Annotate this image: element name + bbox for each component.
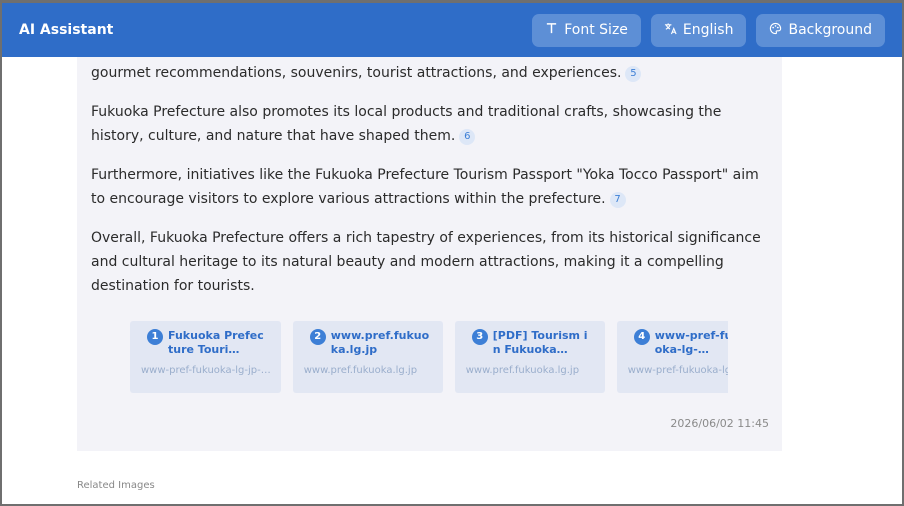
message-paragraph: Overall, Fukuoka Prefecture offers a ric… [91, 230, 761, 294]
message-timestamp: 2026/06/02 11:45 [670, 417, 769, 430]
source-title: [PDF] Tourism in Fukuoka… [492, 329, 588, 356]
background-label: Background [788, 22, 872, 38]
source-card[interactable]: 2 www.pref.fukuoka.lg.jp www.pref.fukuok… [292, 321, 443, 393]
source-card[interactable]: 4 www-pref-fukuoka-lg-… www-pref-fukuoka… [616, 321, 728, 393]
message-paragraph: Fukuoka Prefecture also promotes its loc… [91, 104, 722, 145]
citation-badge[interactable]: 7 [609, 192, 626, 208]
source-title: Fukuoka Prefecture Touri… [168, 329, 264, 356]
related-images-heading: Related Images [77, 480, 155, 491]
message-paragraph: Furthermore, initiatives like the Fukuok… [91, 167, 759, 208]
source-domain: www.pref.fukuoka.lg.jp [303, 365, 418, 376]
source-title: www-pref-fukuoka-lg-… [654, 329, 728, 356]
citation-badge[interactable]: 6 [459, 129, 476, 145]
background-button[interactable]: Background [756, 13, 885, 47]
source-cards: 1 Fukuoka Prefecture Touri… www-pref-fuk… [130, 321, 728, 393]
citation-badge[interactable]: 5 [625, 66, 642, 82]
source-domain: www-pref-fukuoka-lg-jp-… [141, 365, 271, 376]
source-number: 1 [147, 329, 163, 345]
app-header: AI Assistant Font Size English Backgroun… [2, 3, 902, 57]
chat-scroll-area[interactable]: highlights local products, specialties, … [2, 57, 902, 504]
app-window: AI Assistant Font Size English Backgroun… [0, 0, 904, 506]
source-domain: www-pref-fukuoka-lg-jp-… [627, 365, 728, 376]
translate-icon [664, 22, 677, 39]
assistant-message-card: highlights local products, specialties, … [77, 57, 782, 451]
header-actions: Font Size English Background [532, 13, 885, 47]
text-t-icon [545, 22, 558, 39]
source-title: www.pref.fukuoka.lg.jp [330, 329, 430, 356]
palette-icon [769, 22, 782, 39]
font-size-label: Font Size [564, 22, 628, 38]
source-card[interactable]: 3 [PDF] Tourism in Fukuoka… www.pref.fuk… [454, 321, 605, 393]
language-button[interactable]: English [650, 13, 747, 47]
source-number: 3 [471, 329, 488, 345]
message-paragraph: highlights local products, specialties, … [91, 57, 761, 85]
source-card[interactable]: 1 Fukuoka Prefecture Touri… www-pref-fuk… [130, 321, 281, 393]
source-number: 2 [309, 329, 326, 345]
source-domain: www.pref.fukuoka.lg.jp [465, 365, 580, 376]
language-label: English [682, 22, 734, 38]
assistant-message-text: highlights local products, specialties, … [91, 57, 761, 313]
font-size-button[interactable]: Font Size [532, 13, 641, 47]
source-number: 4 [633, 329, 650, 345]
app-title: AI Assistant [19, 22, 114, 38]
